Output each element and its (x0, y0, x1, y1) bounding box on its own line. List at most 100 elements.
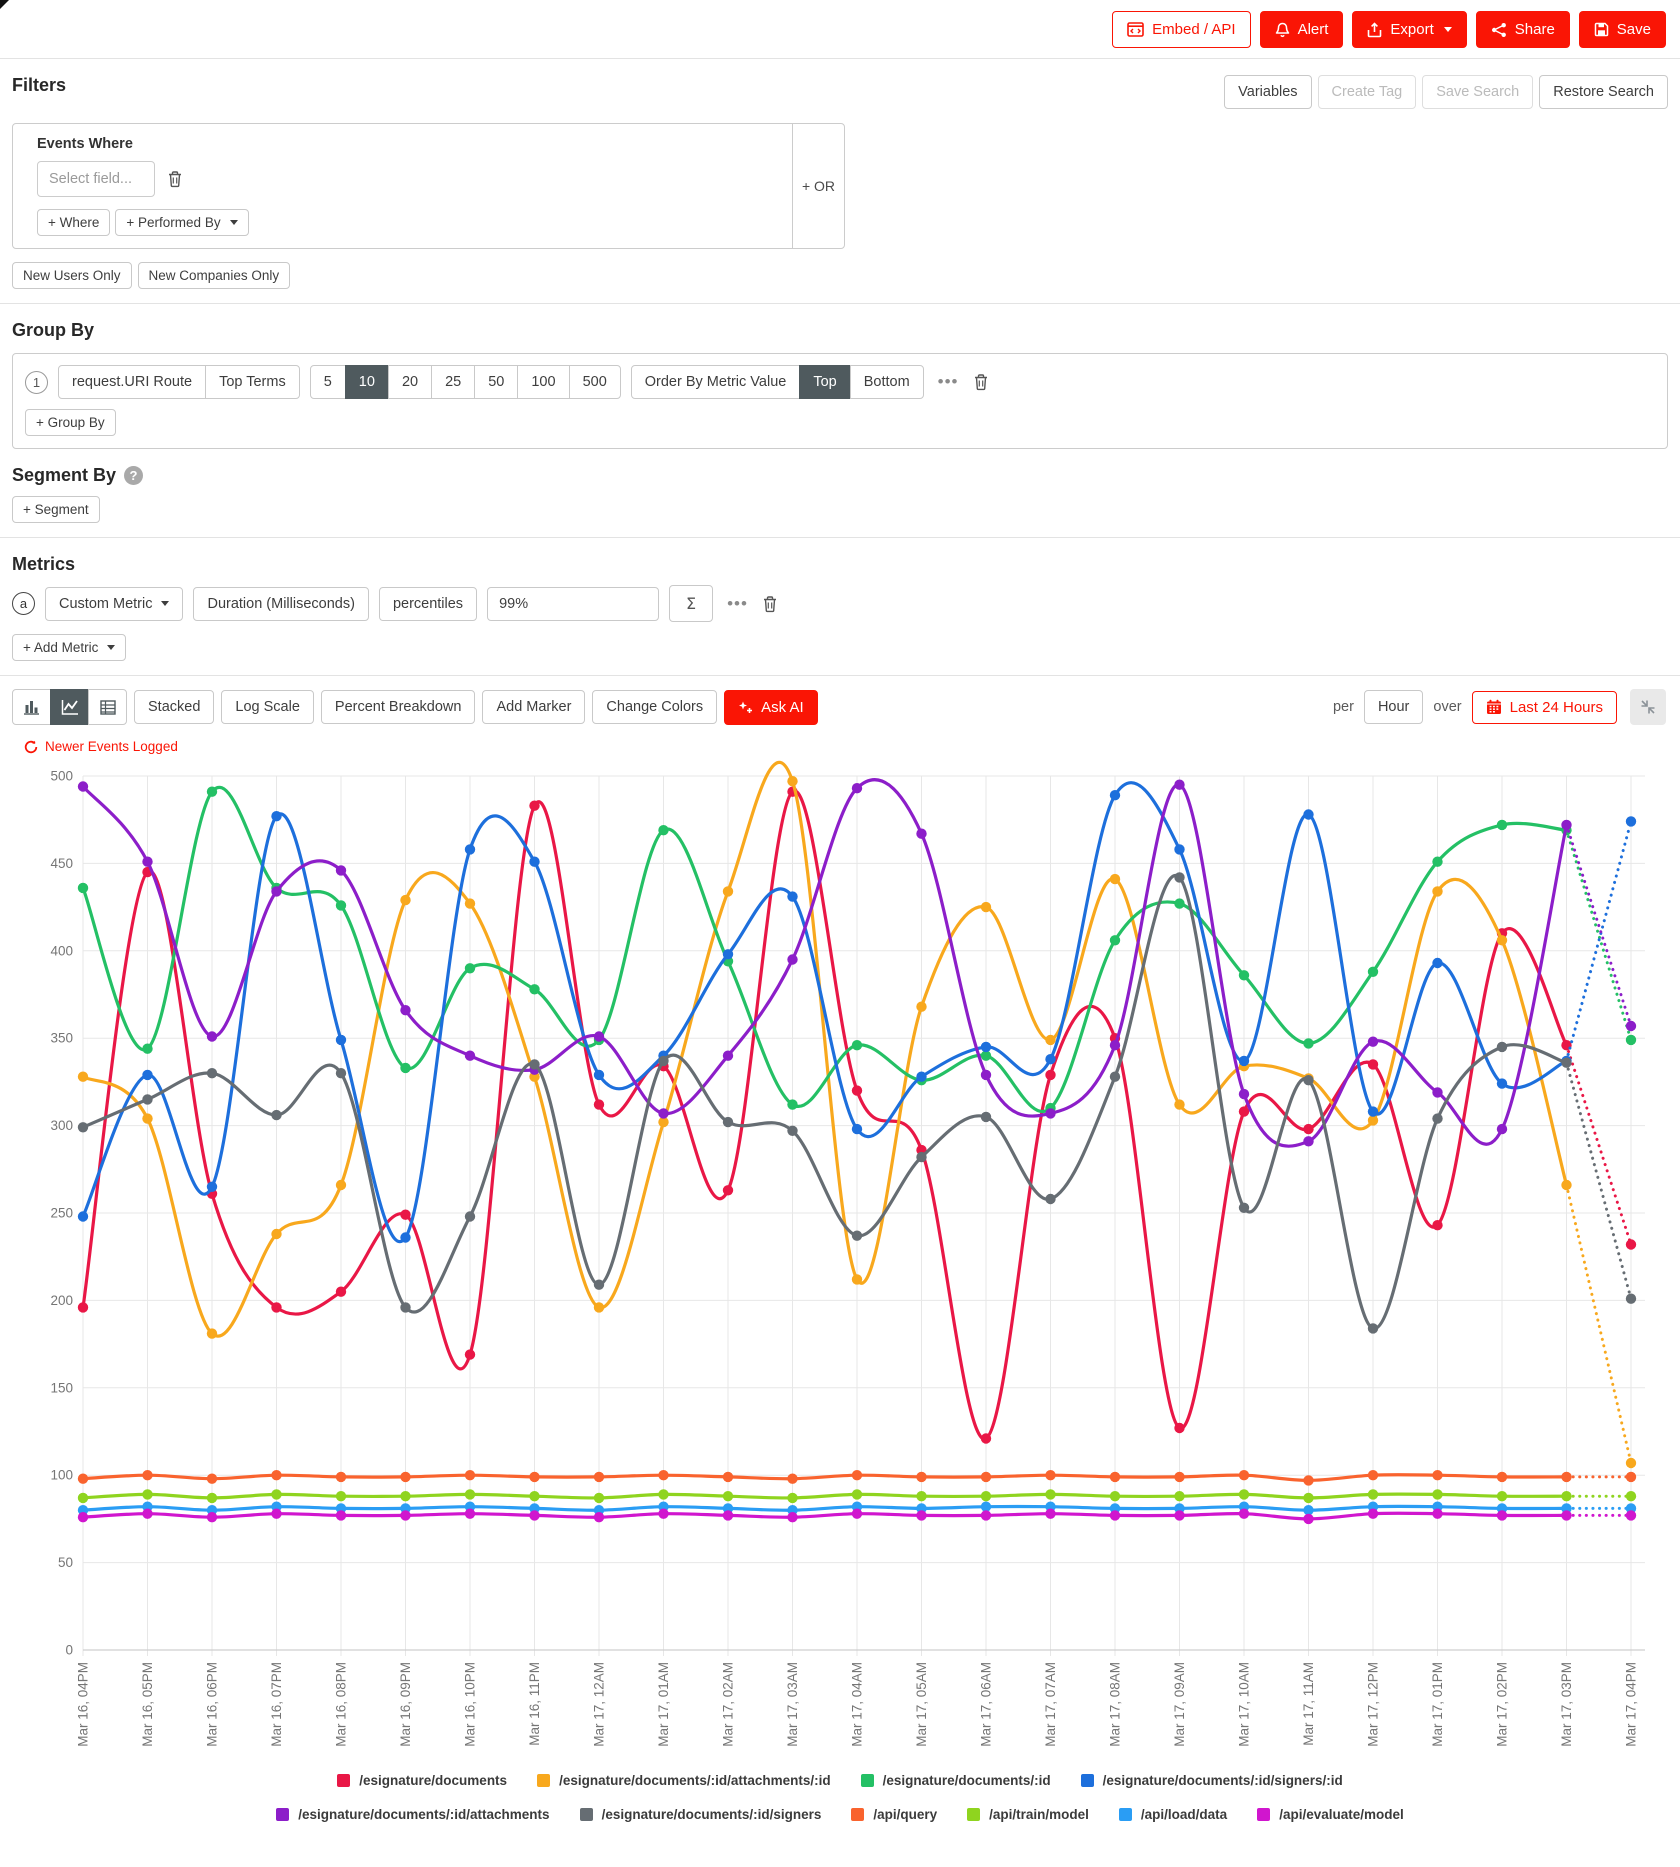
svg-text:Mar 17, 07AM: Mar 17, 07AM (1043, 1662, 1058, 1747)
term-count-5-button[interactable]: 5 (310, 365, 346, 399)
legend-item[interactable]: /esignature/documents/:id (861, 1773, 1051, 1788)
filters-heading: Filters (12, 75, 66, 96)
legend-item[interactable]: /esignature/documents/:id/signers (580, 1807, 822, 1822)
legend-item[interactable]: /esignature/documents/:id/attachments/:i… (537, 1773, 831, 1788)
add-or-button[interactable]: + OR (792, 124, 844, 248)
data-point (1626, 816, 1636, 826)
add-metric-label: + Add Metric (23, 640, 98, 655)
new-users-only-button[interactable]: New Users Only (12, 262, 132, 289)
data-point (916, 1491, 926, 1501)
data-point (1368, 1106, 1378, 1116)
term-count-20-button[interactable]: 20 (388, 365, 432, 399)
more-options-icon[interactable]: ••• (723, 594, 752, 614)
legend-item[interactable]: /esignature/documents/:id/attachments (276, 1807, 549, 1822)
legend-item[interactable]: /esignature/documents (337, 1773, 507, 1788)
trash-icon[interactable] (167, 170, 183, 188)
order-by-metric-value-button[interactable]: Order By Metric Value (631, 365, 801, 399)
data-point (981, 1472, 991, 1482)
top-terms-button[interactable]: Top Terms (205, 365, 300, 399)
add-marker-button[interactable]: Add Marker (482, 690, 585, 724)
group-field-button[interactable]: request.URI Route (58, 365, 206, 399)
help-icon[interactable]: ? (124, 466, 143, 485)
bar-chart-icon[interactable] (12, 689, 51, 725)
data-point (1497, 1124, 1507, 1134)
add-segment-button[interactable]: + Segment (12, 496, 100, 523)
svg-text:Mar 17, 12PM: Mar 17, 12PM (1366, 1662, 1381, 1747)
embed-api-button[interactable]: Embed / API (1112, 11, 1250, 48)
data-point (142, 1094, 152, 1104)
svg-text:Mar 17, 12AM: Mar 17, 12AM (592, 1662, 607, 1747)
term-count-100-button[interactable]: 100 (517, 365, 569, 399)
trash-icon[interactable] (762, 595, 778, 613)
percentile-input[interactable]: 99% (487, 587, 659, 621)
more-options-icon[interactable]: ••• (934, 372, 963, 392)
timeseries-chart[interactable]: 050100150200250300350400450500Mar 16, 04… (0, 754, 1680, 1766)
add-where-button[interactable]: + Where (37, 209, 110, 236)
legend-label: /api/evaluate/model (1279, 1807, 1404, 1822)
order-top-button[interactable]: Top (799, 365, 850, 399)
legend-item[interactable]: /api/train/model (967, 1807, 1089, 1822)
data-point (787, 891, 797, 901)
add-group-by-button[interactable]: + Group By (25, 409, 116, 436)
sigma-button[interactable]: Σ (669, 585, 713, 622)
svg-text:Mar 17, 03AM: Mar 17, 03AM (785, 1662, 800, 1747)
variables-button[interactable]: Variables (1224, 75, 1311, 109)
data-point (271, 811, 281, 821)
data-point (207, 1328, 217, 1338)
data-point (1368, 1037, 1378, 1047)
order-by-segment: Order By Metric Value Top Bottom (631, 365, 924, 399)
term-count-500-button[interactable]: 500 (569, 365, 621, 399)
data-point (336, 1510, 346, 1520)
line-chart-icon[interactable] (50, 689, 89, 725)
select-field-input[interactable]: Select field... (37, 161, 155, 197)
ask-ai-button[interactable]: Ask AI (724, 690, 818, 725)
term-count-10-button[interactable]: 10 (345, 365, 389, 399)
order-bottom-button[interactable]: Bottom (850, 365, 924, 399)
data-point (1239, 1106, 1249, 1116)
metric-field-button[interactable]: Duration (Milliseconds) (193, 587, 368, 621)
legend-item[interactable]: /api/query (851, 1807, 937, 1822)
legend-item[interactable]: /api/evaluate/model (1257, 1807, 1404, 1822)
data-point (465, 898, 475, 908)
data-point (594, 1280, 604, 1290)
data-point (1561, 820, 1571, 830)
add-performed-by-button[interactable]: + Performed By (115, 209, 248, 236)
restore-search-button[interactable]: Restore Search (1539, 75, 1668, 109)
share-button[interactable]: Share (1476, 11, 1570, 48)
legend-item[interactable]: /api/load/data (1119, 1807, 1227, 1822)
aggregation-button[interactable]: percentiles (379, 587, 477, 621)
newer-events-notice[interactable]: Newer Events Logged (0, 729, 1680, 754)
data-point (787, 1126, 797, 1136)
legend-item[interactable]: /esignature/documents/:id/signers/:id (1081, 1773, 1343, 1788)
data-point (1432, 958, 1442, 968)
term-count-50-button[interactable]: 50 (474, 365, 518, 399)
data-point (465, 844, 475, 854)
interval-button[interactable]: Hour (1364, 690, 1423, 724)
stacked-button[interactable]: Stacked (134, 690, 214, 724)
data-point (1497, 1510, 1507, 1520)
data-point (594, 1031, 604, 1041)
per-label: per (1330, 699, 1357, 715)
series-line-incomplete (1567, 825, 1632, 1026)
export-button[interactable]: Export (1352, 11, 1466, 48)
log-scale-button[interactable]: Log Scale (221, 690, 314, 724)
data-point (271, 1110, 281, 1120)
data-point (852, 783, 862, 793)
collapse-chart-button[interactable] (1630, 689, 1666, 725)
data-point (1626, 1294, 1636, 1304)
data-point (787, 1512, 797, 1522)
add-metric-button[interactable]: + Add Metric (12, 634, 126, 661)
custom-metric-button[interactable]: Custom Metric (45, 587, 183, 621)
time-range-button[interactable]: Last 24 Hours (1472, 691, 1617, 724)
svg-text:100: 100 (50, 1468, 73, 1483)
term-count-25-button[interactable]: 25 (431, 365, 475, 399)
change-colors-button[interactable]: Change Colors (592, 690, 717, 724)
alert-button[interactable]: Alert (1260, 11, 1344, 48)
save-button[interactable]: Save (1579, 11, 1666, 48)
trash-icon[interactable] (973, 373, 989, 391)
legend-swatch (580, 1808, 593, 1821)
data-point (1368, 1509, 1378, 1519)
table-icon[interactable] (88, 689, 127, 725)
percent-breakdown-button[interactable]: Percent Breakdown (321, 690, 476, 724)
new-companies-only-button[interactable]: New Companies Only (138, 262, 291, 289)
